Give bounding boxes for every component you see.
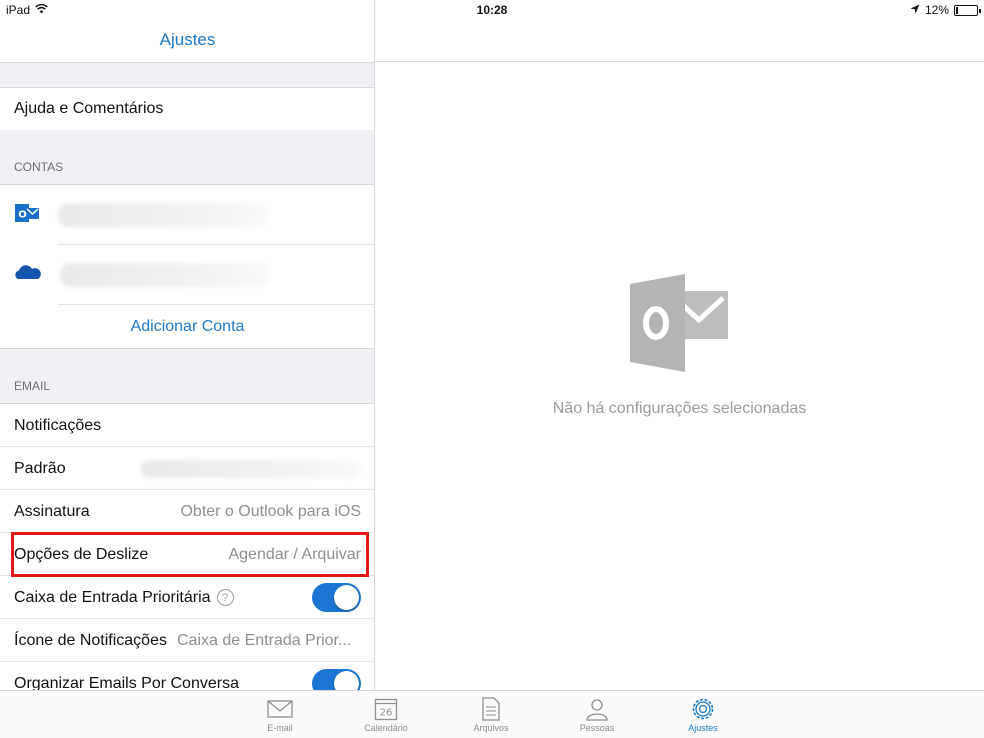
settings-panel: Ajustes Ajuda e Comentários CONTAS O Adi…	[0, 0, 375, 690]
account-row-onedrive[interactable]	[0, 245, 374, 305]
detail-header	[375, 20, 984, 62]
location-icon	[910, 3, 920, 17]
badge-count-label: Ícone de Notificações	[14, 631, 167, 649]
tab-mail[interactable]: E-mail	[240, 695, 320, 733]
swipe-options-row[interactable]: Opções de Deslize Agendar / Arquivar	[0, 533, 374, 576]
signature-row[interactable]: Assinatura Obter o Outlook para iOS	[0, 490, 374, 533]
settings-list: Ajuda e Comentários CONTAS O Adicionar C…	[0, 62, 374, 691]
tab-calendar[interactable]: 26 Calendário	[346, 695, 426, 733]
conversation-threading-toggle[interactable]	[312, 669, 361, 690]
battery-percent: 12%	[924, 3, 949, 17]
accounts-header-label: CONTAS	[14, 160, 64, 174]
section-gap	[0, 62, 374, 88]
notifications-label: Notificações	[14, 416, 102, 434]
account-row-outlook[interactable]: O	[0, 185, 374, 245]
focused-inbox-row: Caixa de Entrada Prioritária ?	[0, 576, 374, 619]
help-feedback-row[interactable]: Ajuda e Comentários	[0, 88, 374, 130]
conversation-threading-row: Organizar Emails Por Conversa	[0, 662, 374, 691]
swipe-options-label: Opções de Deslize	[14, 545, 149, 563]
tab-calendar-label: Calendário	[364, 723, 408, 733]
default-account-redacted	[141, 459, 361, 478]
help-feedback-label: Ajuda e Comentários	[14, 100, 164, 117]
tab-bar: E-mail 26 Calendário Arquivos Pessoas Aj…	[0, 690, 984, 738]
gear-icon	[663, 695, 743, 723]
focused-inbox-toggle[interactable]	[312, 583, 361, 612]
default-account-row[interactable]: Padrão	[0, 447, 374, 490]
tab-people-label: Pessoas	[579, 723, 615, 733]
badge-count-row[interactable]: Ícone de Notificações Caixa de Entrada P…	[0, 619, 374, 662]
email-header-label: EMAIL	[14, 379, 51, 393]
help-icon[interactable]: ?	[216, 589, 234, 606]
account-email-redacted	[58, 203, 268, 227]
outlook-icon: O	[14, 200, 40, 231]
tab-people[interactable]: Pessoas	[557, 695, 637, 733]
onedrive-icon	[14, 263, 42, 288]
tab-settings-label: Ajustes	[688, 723, 718, 733]
accounts-section-header: CONTAS	[0, 130, 374, 185]
tab-mail-label: E-mail	[267, 723, 293, 733]
mail-icon	[240, 695, 320, 723]
conversation-threading-label: Organizar Emails Por Conversa	[14, 674, 239, 691]
focused-inbox-label: Caixa de Entrada Prioritária	[14, 588, 211, 606]
calendar-icon: 26	[346, 695, 426, 723]
tab-files[interactable]: Arquivos	[451, 695, 531, 733]
add-account-button[interactable]: Adicionar Conta	[0, 305, 374, 348]
people-icon	[557, 695, 637, 723]
tab-files-label: Arquivos	[473, 723, 509, 733]
empty-state-message: Não há configurações selecionadas	[552, 400, 807, 417]
calendar-day: 26	[380, 708, 393, 719]
tab-settings[interactable]: Ajustes	[663, 695, 743, 733]
swipe-options-value: Agendar / Arquivar	[228, 545, 361, 563]
default-account-label: Padrão	[14, 459, 66, 477]
email-section-header: EMAIL	[0, 348, 374, 404]
svg-text:O: O	[18, 209, 27, 220]
page-title: Ajustes	[159, 30, 216, 49]
outlook-logo-icon	[630, 274, 730, 377]
account-email-redacted	[60, 263, 270, 287]
files-icon	[451, 695, 531, 723]
badge-count-value: Caixa de Entrada Prior...	[176, 631, 352, 649]
signature-label: Assinatura	[14, 502, 90, 520]
signature-value: Obter o Outlook para iOS	[180, 502, 361, 520]
battery-icon	[954, 4, 981, 16]
detail-empty-state: Não há configurações selecionadas	[375, 62, 984, 690]
notifications-row[interactable]: Notificações	[0, 404, 374, 447]
